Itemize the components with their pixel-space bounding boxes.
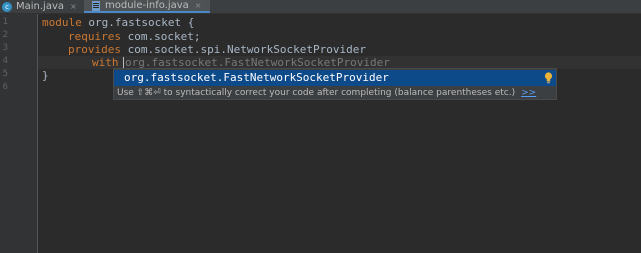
line-number: 6	[2, 82, 8, 92]
line-number-gutter: 1 2 3 4 5 6	[0, 14, 38, 253]
module-file-icon	[92, 0, 100, 11]
completion-footer: Use ⇧⌘⏎ to syntactically correct your co…	[117, 87, 536, 99]
completion-item-selected[interactable]: org.fastsocket.FastNetworkSocketProvider	[114, 70, 556, 86]
code-text: com.socket.spi.NetworkSocketProvider	[120, 43, 367, 56]
line-number: 4	[2, 56, 8, 66]
code-text: org.fastsocket {	[81, 16, 195, 29]
completion-item-label: org.fastsocket.FastNetworkSocketProvider	[124, 71, 389, 84]
line-number: 5	[2, 69, 8, 79]
keyword: requires	[68, 30, 121, 43]
completion-tip-text: Use ⇧⌘⏎ to syntactically correct your co…	[117, 88, 516, 98]
lightbulb-icon[interactable]	[544, 72, 553, 84]
code-text: com.socket;	[120, 30, 201, 43]
close-icon[interactable]: ×	[195, 1, 202, 10]
code-line-2[interactable]: requires com.socket;	[68, 30, 200, 43]
keyword: module	[42, 16, 82, 29]
code-line-3[interactable]: provides com.socket.spi.NetworkSocketPro…	[68, 43, 366, 56]
code-text: }	[42, 69, 49, 82]
close-icon[interactable]: ×	[70, 2, 77, 11]
code-line-1[interactable]: module org.fastsocket {	[42, 16, 194, 29]
tab-module-info-java[interactable]: module-info.java ×	[84, 0, 210, 13]
editor-tab-bar: c Main.java × module-info.java ×	[0, 0, 641, 14]
java-class-icon: c	[2, 1, 12, 12]
tab-label: Main.java	[16, 1, 65, 12]
keyword: provides	[68, 43, 121, 56]
line-number: 1	[2, 17, 8, 27]
tab-main-java[interactable]: c Main.java ×	[0, 0, 82, 13]
line-number: 3	[2, 43, 8, 53]
code-line-5[interactable]: }	[42, 69, 49, 82]
line-number: 2	[2, 30, 8, 40]
tip-more-link[interactable]: >>	[521, 88, 536, 98]
tab-label: module-info.java	[105, 0, 189, 11]
completion-popup: org.fastsocket.FastNetworkSocketProvider…	[113, 68, 557, 100]
